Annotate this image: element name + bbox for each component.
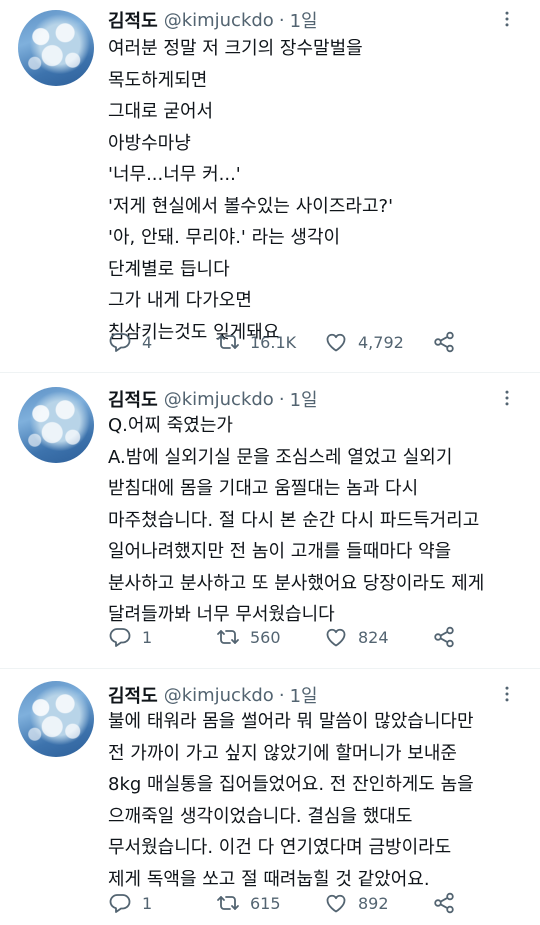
tweet-line: 불에 태워라 몸을 썰어라 뭐 말씀이 많았습니다만 xyxy=(108,711,474,732)
author-handle[interactable]: @kimjuckdo xyxy=(164,389,274,410)
tweet-line: 8kg 매실통을 집어들었어요. 전 잔인하게도 놈을 xyxy=(108,774,474,795)
tweet-line: A.밤에 실외기실 문을 조심스레 열었고 실외기 xyxy=(108,446,453,468)
tweet-line: 무서웠습니다. 이건 다 연기였다며 금방이라도 xyxy=(108,837,452,858)
tweet-3[interactable]: 김적도 @kimjuckdo · 1일 불에 태워라 몸을 썰어라 뭐 말씀이 … xyxy=(0,668,540,925)
retweet-count: 16.1K xyxy=(250,332,297,352)
like-count: 4,792 xyxy=(358,332,404,352)
tweet-header: 김적도 @kimjuckdo · 1일 xyxy=(108,6,318,34)
reply-bubble-icon xyxy=(109,333,131,352)
like-button[interactable]: 824 xyxy=(324,623,389,651)
author-name[interactable]: 김적도 xyxy=(108,7,158,33)
author-handle[interactable]: @kimjuckdo xyxy=(164,685,274,706)
tweet-line: 목도하게되면 xyxy=(108,69,208,91)
separator-dot: · xyxy=(278,9,285,31)
retweet-arrows-icon xyxy=(217,335,239,349)
share-nodes-icon xyxy=(434,892,454,914)
reply-button[interactable]: 1 xyxy=(108,623,152,651)
tweet-line: Q.어찌 죽였는가 xyxy=(108,415,233,436)
tweet-text: Q.어찌 죽였는가 A.밤에 실외기실 문을 조심스레 열었고 실외기 받침대에… xyxy=(108,410,528,631)
separator-dot: · xyxy=(278,388,285,410)
tweet-text: 불에 태워라 몸을 썰어라 뭐 말씀이 많았습니다만 전 가까이 가고 싶지 않… xyxy=(108,706,528,895)
tweet-line: 여러분 정말 저 크기의 장수말벌을 xyxy=(108,38,363,59)
tweet-line: 분사하고 분사하고 또 분사했어요 당장이라도 제게 xyxy=(108,572,485,594)
retweet-count: 615 xyxy=(250,893,281,913)
tweet-text: 여러분 정말 저 크기의 장수말벌을 목도하게되면 그대로 굳어서 아방수마냥 … xyxy=(108,33,528,348)
tweet-line: 그가 내게 다가오면 xyxy=(108,290,252,311)
tweet-line: 받침대에 몸을 기대고 움찔대는 놈과 다시 xyxy=(108,478,419,499)
retweet-button[interactable]: 560 xyxy=(216,623,281,651)
retweet-count: 560 xyxy=(250,627,281,647)
avatar[interactable] xyxy=(18,10,94,86)
tweet-header: 김적도 @kimjuckdo · 1일 xyxy=(108,681,318,709)
heart-icon xyxy=(326,628,346,647)
tweet-line: '아, 안돼. 무리야.' 라는 생각이 xyxy=(108,227,341,248)
more-dots-icon[interactable] xyxy=(496,8,518,30)
action-bar: 1 560 824 xyxy=(108,623,528,651)
share-button[interactable] xyxy=(432,623,456,651)
like-button[interactable]: 892 xyxy=(324,889,389,917)
like-count: 892 xyxy=(358,893,389,913)
avatar[interactable] xyxy=(18,387,94,463)
share-nodes-icon xyxy=(434,331,454,353)
retweet-button[interactable]: 615 xyxy=(216,889,281,917)
author-handle[interactable]: @kimjuckdo xyxy=(164,10,274,31)
more-dots-icon[interactable] xyxy=(496,683,518,705)
tweet-time[interactable]: 1일 xyxy=(290,386,318,412)
tweet-line: 그대로 굳어서 xyxy=(108,101,214,122)
share-button[interactable] xyxy=(432,328,456,356)
tweet-line: '너무...너무 커...' xyxy=(108,164,241,185)
retweet-arrows-icon xyxy=(217,630,239,644)
author-name[interactable]: 김적도 xyxy=(108,682,158,708)
author-name[interactable]: 김적도 xyxy=(108,386,158,412)
tweet-line: 아방수마냥 xyxy=(108,132,191,154)
tweet-line: 전 가까이 가고 싶지 않았기에 할머니가 보내준 xyxy=(108,742,457,764)
reply-count: 4 xyxy=(142,332,153,352)
tweet-header: 김적도 @kimjuckdo · 1일 xyxy=(108,385,318,413)
heart-icon xyxy=(326,333,346,352)
tweet-line: 일어나려했지만 전 놈이 고개를 들때마다 약을 xyxy=(108,541,452,562)
tweet-line: 단계별로 듭니다 xyxy=(108,258,230,280)
tweet-line: 마주쳤습니다. 절 다시 본 순간 다시 파드득거리고 xyxy=(108,509,480,531)
action-bar: 1 615 892 xyxy=(108,889,528,917)
reply-count: 1 xyxy=(142,893,153,913)
tweet-line: 으깨죽일 생각이었습니다. 결심을 했대도 xyxy=(108,805,413,827)
more-dots-icon[interactable] xyxy=(496,387,518,409)
retweet-arrows-icon xyxy=(217,896,239,910)
action-bar: 4 16.1K 4,792 xyxy=(108,328,528,356)
tweet-1[interactable]: 김적도 @kimjuckdo · 1일 여러분 정말 저 크기의 장수말벌을 목… xyxy=(0,0,540,372)
reply-button[interactable]: 4 xyxy=(108,328,152,356)
retweet-button[interactable]: 16.1K xyxy=(216,328,296,356)
like-count: 824 xyxy=(358,627,389,647)
share-button[interactable] xyxy=(432,889,456,917)
tweet-line: '저게 현실에서 볼수있는 사이즈라고?' xyxy=(108,195,394,217)
heart-icon xyxy=(326,894,346,913)
separator-dot: · xyxy=(278,684,285,706)
tweet-time[interactable]: 1일 xyxy=(290,7,318,33)
avatar[interactable] xyxy=(18,681,94,757)
reply-bubble-icon xyxy=(109,628,131,647)
reply-count: 1 xyxy=(142,627,153,647)
reply-bubble-icon xyxy=(109,894,131,913)
like-button[interactable]: 4,792 xyxy=(324,328,404,356)
tweet-2[interactable]: 김적도 @kimjuckdo · 1일 Q.어찌 죽였는가 A.밤에 실외기실 … xyxy=(0,372,540,669)
reply-button[interactable]: 1 xyxy=(108,889,152,917)
tweet-time[interactable]: 1일 xyxy=(290,682,318,708)
share-nodes-icon xyxy=(434,626,454,648)
